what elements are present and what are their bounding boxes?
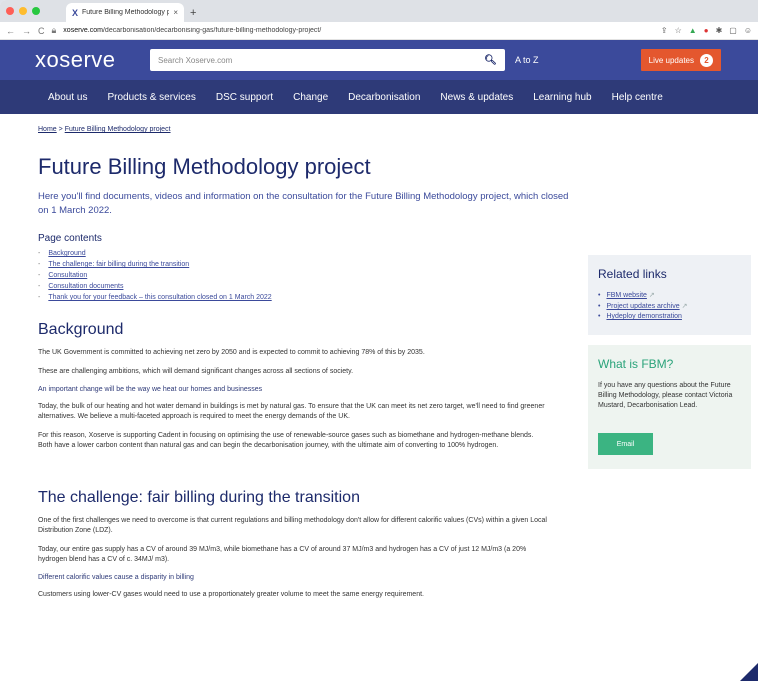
profile-icon[interactable]: ☺ <box>744 26 752 35</box>
list-item: Project updates archive ↗ <box>598 302 741 310</box>
breadcrumb-separator: > <box>58 126 63 133</box>
live-updates-button[interactable]: Live updates 2 <box>640 49 721 71</box>
page-contents-title: Page contents <box>38 233 102 244</box>
lock-icon: 🔒︎ <box>51 25 57 35</box>
related-link[interactable]: Project updates archive <box>606 303 679 310</box>
nav-help-centre[interactable]: Help centre <box>612 92 663 103</box>
what-is-fbm-card: What is FBM? If you have any questions a… <box>588 345 751 469</box>
drive-icon[interactable]: ▲ <box>689 26 697 35</box>
live-updates-count: 2 <box>700 53 713 67</box>
share-icon[interactable]: ⇪ <box>661 26 668 35</box>
background-paragraph: These are challenging ambitions, which w… <box>38 368 354 375</box>
extension-icons: ⇪ ☆ ▲ ● ✱ ▢ ☺ <box>661 26 752 35</box>
page-contents-link[interactable]: Consultation documents <box>48 283 123 290</box>
url-field[interactable]: xoserve.com/decarbonisation/decarbonisin… <box>63 27 654 34</box>
tab-close-icon[interactable]: × <box>173 8 178 17</box>
nav-products-services[interactable]: Products & services <box>107 92 195 103</box>
list-item: Hydeploy demonstration <box>598 313 741 320</box>
url-path: /decarbonisation/decarbonising-gas/futur… <box>102 27 322 34</box>
extension-icon[interactable]: ● <box>704 26 709 35</box>
related-links-title: Related links <box>598 267 667 281</box>
breadcrumb-home[interactable]: Home <box>38 126 57 133</box>
page-contents-link[interactable]: The challenge: fair billing during the t… <box>48 261 189 268</box>
challenge-paragraph: Customers using lower-CV gases would nee… <box>38 591 424 598</box>
window-controls <box>6 7 40 15</box>
nav-dsc-support[interactable]: DSC support <box>216 92 273 103</box>
search-placeholder: Search Xoserve.com <box>158 55 233 65</box>
breadcrumb-current[interactable]: Future Billing Methodology project <box>65 126 171 133</box>
tab-bar: X Future Billing Methodology pro × + <box>0 0 758 22</box>
page-contents-link[interactable]: Thank you for your feedback – this consu… <box>48 294 271 301</box>
challenge-subheading: Different calorific values cause a dispa… <box>38 574 194 581</box>
reload-icon[interactable]: C <box>38 26 45 36</box>
nav-decarbonisation[interactable]: Decarbonisation <box>348 92 420 103</box>
puzzle-icon[interactable]: ✱ <box>716 26 723 35</box>
xoserve-logo[interactable]: xoserve <box>35 47 150 73</box>
background-paragraph: The UK Government is committed to achiev… <box>38 349 425 356</box>
address-bar: ← → C 🔒︎ xoserve.com/decarbonisation/dec… <box>0 22 758 40</box>
corner-decoration <box>740 663 758 681</box>
external-link-icon: ↗ <box>681 303 688 310</box>
search-input[interactable]: Search Xoserve.com 🔍︎ <box>150 49 505 71</box>
star-icon[interactable]: ☆ <box>675 26 682 35</box>
related-link[interactable]: FBM website <box>606 292 646 299</box>
sidebar-icon[interactable]: ▢ <box>729 26 737 35</box>
what-is-fbm-title: What is FBM? <box>598 357 674 371</box>
maximize-window-button[interactable] <box>32 7 40 15</box>
url-domain: xoserve.com <box>63 27 103 34</box>
back-icon[interactable]: ← <box>6 26 15 36</box>
what-is-fbm-text: If you have any questions about the Futu… <box>598 382 733 409</box>
live-updates-label: Live updates <box>648 55 694 65</box>
browser-window: X Future Billing Methodology pro × + ← →… <box>0 0 758 681</box>
favicon-icon: X <box>72 7 79 18</box>
nav-news-updates[interactable]: News & updates <box>440 92 513 103</box>
sidebar: Related links FBM website ↗ Project upda… <box>588 255 751 469</box>
page-intro: Here you'll find documents, videos and i… <box>38 191 569 216</box>
list-item: FBM website ↗ <box>598 291 741 299</box>
breadcrumb: Home > Future Billing Methodology projec… <box>38 126 720 133</box>
background-paragraph: Today, the bulk of our heating and hot w… <box>38 403 545 420</box>
site-header: xoserve Search Xoserve.com 🔍︎ A to Z Liv… <box>0 40 758 80</box>
new-tab-button[interactable]: + <box>190 7 196 19</box>
minimize-window-button[interactable] <box>19 7 27 15</box>
nav-about-us[interactable]: About us <box>48 92 87 103</box>
page-title: Future Billing Methodology project <box>38 154 371 179</box>
search-icon[interactable]: 🔍︎ <box>484 55 497 66</box>
challenge-heading: The challenge: fair billing during the t… <box>38 489 360 506</box>
forward-icon[interactable]: → <box>22 26 31 36</box>
related-links-card: Related links FBM website ↗ Project upda… <box>588 255 751 335</box>
related-links-list: FBM website ↗ Project updates archive ↗ … <box>598 291 741 320</box>
related-link[interactable]: Hydeploy demonstration <box>606 313 682 320</box>
page-contents-link[interactable]: Background <box>48 250 85 257</box>
browser-tab[interactable]: X Future Billing Methodology pro × <box>66 3 184 22</box>
nav-learning-hub[interactable]: Learning hub <box>533 92 591 103</box>
challenge-paragraph: Today, our entire gas supply has a CV of… <box>38 546 527 563</box>
challenge-paragraph: One of the first challenges we need to o… <box>38 517 547 534</box>
close-window-button[interactable] <box>6 7 14 15</box>
page-contents-link[interactable]: Consultation <box>48 272 87 279</box>
a-to-z-link[interactable]: A to Z <box>515 55 641 65</box>
email-button[interactable]: Email <box>598 433 653 455</box>
external-link-icon: ↗ <box>648 292 655 299</box>
background-paragraph: For this reason, Xoserve is supporting C… <box>38 432 534 449</box>
tab-title: Future Billing Methodology pro <box>82 9 170 16</box>
main-nav: About us Products & services DSC support… <box>0 80 758 114</box>
nav-change[interactable]: Change <box>293 92 328 103</box>
